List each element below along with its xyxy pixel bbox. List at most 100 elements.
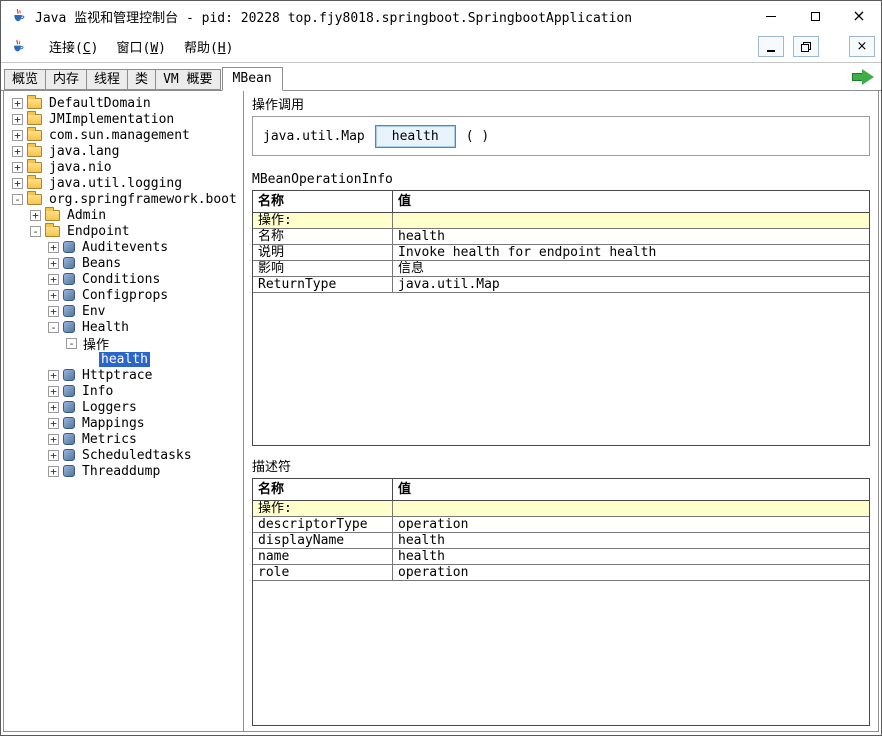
tree-item-threaddump[interactable]: +Threaddump	[4, 463, 243, 479]
tree-item-configprops[interactable]: +Configprops	[4, 287, 243, 303]
expand-icon[interactable]: +	[12, 98, 23, 109]
tree-item-health-operation[interactable]: health	[4, 351, 243, 367]
row-name-cell: 操作:	[253, 213, 393, 228]
tree-item-java-util-logging[interactable]: +java.util.logging	[4, 175, 243, 191]
column-header[interactable]: 值	[393, 191, 869, 212]
tree-item-conditions[interactable]: +Conditions	[4, 271, 243, 287]
tree-item-operations[interactable]: -操作	[4, 335, 243, 351]
expand-icon[interactable]: +	[48, 386, 59, 397]
tree-item-label: Httptrace	[80, 368, 154, 383]
tree-item-info[interactable]: + Info	[4, 383, 243, 399]
connection-arrow-tail	[852, 73, 862, 81]
expand-icon[interactable]: +	[12, 146, 23, 157]
expand-icon[interactable]: +	[12, 162, 23, 173]
collapse-icon[interactable]: -	[48, 322, 59, 333]
column-header[interactable]: 值	[393, 479, 869, 500]
tab-mbean[interactable]: MBean	[222, 67, 283, 91]
tree-item-admin[interactable]: +Admin	[4, 207, 243, 223]
table-row[interactable]: 操作:	[253, 501, 869, 517]
table-row[interactable]: descriptorTypeoperation	[253, 517, 869, 533]
tree-item-default-domain[interactable]: +DefaultDomain	[4, 95, 243, 111]
expand-icon[interactable]: +	[48, 290, 59, 301]
tree-item-label: Health	[80, 320, 131, 335]
tree-item-httptrace[interactable]: + Httptrace	[4, 367, 243, 383]
tree-item-scheduledtasks[interactable]: +Scheduledtasks	[4, 447, 243, 463]
operation-invoke-title: 操作调用	[252, 94, 870, 113]
expand-icon[interactable]: +	[48, 434, 59, 445]
tree-item-jm-implementation[interactable]: +JMImplementation	[4, 111, 243, 127]
tree-item-java-lang[interactable]: +java.lang	[4, 143, 243, 159]
tree-item-beans[interactable]: +Beans	[4, 255, 243, 271]
maximize-icon	[811, 12, 820, 21]
expand-icon[interactable]: +	[12, 130, 23, 141]
tab-memory[interactable]: 内存	[45, 69, 87, 90]
expand-icon[interactable]: +	[48, 306, 59, 317]
collapse-icon[interactable]: -	[66, 338, 77, 349]
collapse-icon[interactable]: -	[30, 226, 41, 237]
tree-item-env[interactable]: +Env	[4, 303, 243, 319]
table-row[interactable]: 说明Invoke health for endpoint health	[253, 245, 869, 261]
frame-close-button[interactable]: ×	[849, 36, 875, 57]
expand-icon[interactable]: +	[12, 178, 23, 189]
operation-args-label: ( )	[466, 129, 489, 144]
folder-icon	[27, 98, 42, 109]
frame-java-icon	[10, 39, 25, 54]
close-button[interactable]: ×	[837, 1, 881, 31]
row-name-cell: 影响	[253, 261, 393, 276]
menu-window[interactable]: 窗口(W)	[113, 35, 168, 58]
expand-icon[interactable]: +	[48, 274, 59, 285]
tab-threads[interactable]: 线程	[86, 69, 128, 90]
table-row[interactable]: roleoperation	[253, 565, 869, 581]
tree-item-java-nio[interactable]: +java.nio	[4, 159, 243, 175]
table-row[interactable]: 名称health	[253, 229, 869, 245]
frame-minimize-button[interactable]	[758, 36, 784, 57]
tree-item-label: com.sun.management	[47, 128, 192, 143]
tree-item-auditevents[interactable]: +Auditevents	[4, 239, 243, 255]
row-value-cell	[393, 213, 869, 228]
expand-icon[interactable]: +	[12, 114, 23, 125]
expand-icon[interactable]: +	[48, 466, 59, 477]
minimize-button[interactable]	[749, 1, 793, 31]
tree-item-loggers[interactable]: +Loggers	[4, 399, 243, 415]
tab-classes[interactable]: 类	[127, 69, 156, 90]
tab-vm-summary[interactable]: VM 概要	[155, 69, 220, 90]
column-header[interactable]: 名称	[253, 479, 393, 500]
tree-item-health[interactable]: - Health	[4, 319, 243, 335]
table-row[interactable]: displayNamehealth	[253, 533, 869, 549]
column-header[interactable]: 名称	[253, 191, 393, 212]
operation-info-table: 名称值操作:名称health说明Invoke health for endpoi…	[252, 190, 870, 446]
expand-icon[interactable]: +	[48, 450, 59, 461]
collapse-icon[interactable]: -	[12, 194, 23, 205]
mbean-icon	[63, 465, 75, 477]
close-icon: ×	[852, 8, 865, 24]
tree-item-org-springframework-boot[interactable]: -org.springframework.boot	[4, 191, 243, 207]
tree-item-com-sun-management[interactable]: + com.sun.management	[4, 127, 243, 143]
table-row[interactable]: ReturnTypejava.util.Map	[253, 277, 869, 293]
table-row[interactable]: 影响信息	[253, 261, 869, 277]
menu-connection[interactable]: 连接(C)	[46, 35, 101, 58]
expand-icon[interactable]: +	[48, 370, 59, 381]
tree-item-endpoint[interactable]: - Endpoint	[4, 223, 243, 239]
expand-icon[interactable]: +	[48, 258, 59, 269]
tree-item-mappings[interactable]: +Mappings	[4, 415, 243, 431]
table-row[interactable]: 操作:	[253, 213, 869, 229]
expand-icon[interactable]: +	[48, 402, 59, 413]
expand-icon[interactable]: +	[30, 210, 41, 221]
tab-overview[interactable]: 概览	[4, 69, 46, 90]
window-controls: ×	[749, 1, 881, 31]
expand-icon[interactable]: +	[48, 418, 59, 429]
mbean-icon	[63, 289, 75, 301]
table-row[interactable]: namehealth	[253, 549, 869, 565]
menu-help[interactable]: 帮助(H)	[181, 35, 236, 58]
tree-item-label: Endpoint	[65, 224, 132, 239]
tree-item-metrics[interactable]: +Metrics	[4, 431, 243, 447]
folder-icon	[27, 114, 42, 125]
menu-bar: 连接(C) 窗口(W) 帮助(H) ×	[1, 31, 881, 63]
expand-icon[interactable]: +	[48, 242, 59, 253]
title-bar: Java 监视和管理控制台 - pid: 20228 top.fjy8018.s…	[1, 1, 881, 31]
invoke-health-button[interactable]: health	[375, 125, 456, 148]
jconsole-window: Java 监视和管理控制台 - pid: 20228 top.fjy8018.s…	[0, 0, 882, 736]
tree-item-label: Info	[80, 384, 115, 399]
frame-restore-button[interactable]	[793, 36, 819, 57]
maximize-button[interactable]	[793, 1, 837, 31]
